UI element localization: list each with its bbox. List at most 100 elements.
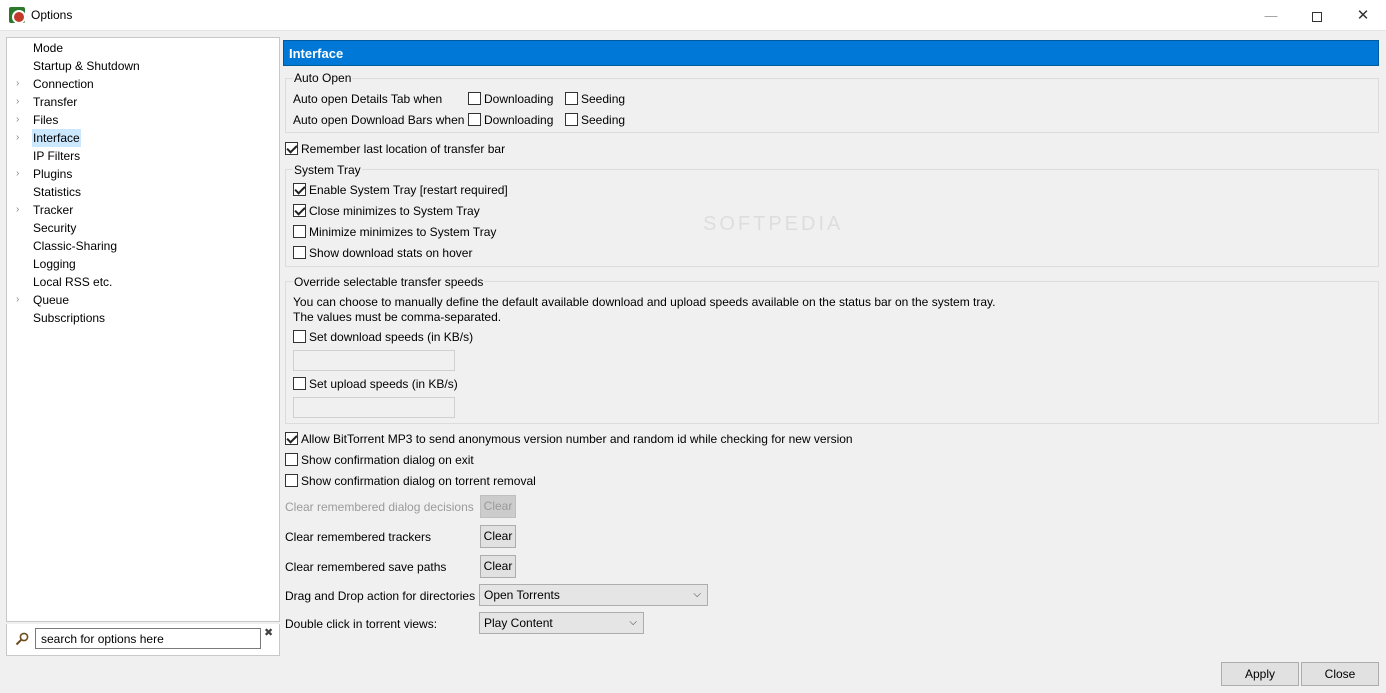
sidebar-item-label: Files xyxy=(33,113,59,127)
sidebar-item-plugins[interactable]: › Plugins xyxy=(7,165,279,183)
stats-hover-label: Show download stats on hover xyxy=(309,246,473,260)
close-minimizes-label: Close minimizes to System Tray xyxy=(309,204,480,218)
bars-seeding-label: Seeding xyxy=(581,113,626,127)
sidebar-item-classic-sharing[interactable]: Classic-Sharing xyxy=(7,237,279,255)
details-seeding-label: Seeding xyxy=(581,92,626,106)
expand-arrow-icon[interactable]: › xyxy=(16,129,26,147)
interface-panel: Interface Auto Open Auto open Details Ta… xyxy=(283,37,1381,659)
download-speeds-label: Set download speeds (in KB/s) xyxy=(309,330,474,344)
dnd-label: Drag and Drop action for directories xyxy=(285,589,476,603)
allow-mp3-label: Allow BitTorrent MP3 to send anonymous v… xyxy=(301,432,853,446)
sidebar-item-label: Local RSS etc. xyxy=(33,275,113,289)
expand-arrow-icon[interactable]: › xyxy=(16,75,26,93)
clear-trackers-label: Clear remembered trackers xyxy=(285,530,432,544)
sidebar-item-logging[interactable]: Logging xyxy=(7,255,279,273)
sidebar-item-label: Subscriptions xyxy=(33,311,106,325)
stats-hover-checkbox[interactable] xyxy=(293,246,306,259)
sidebar-item-label: Startup & Shutdown xyxy=(33,59,140,73)
sidebar-item-label: Mode xyxy=(33,41,64,55)
dblclick-select[interactable]: Play Content ⌵ xyxy=(479,612,644,634)
sidebar-item-label: Queue xyxy=(33,293,70,307)
sidebar-item-startup[interactable]: Startup & Shutdown xyxy=(7,57,279,75)
clear-paths-button[interactable]: Clear xyxy=(480,555,516,578)
sidebar-item-label: Classic-Sharing xyxy=(33,239,118,253)
expand-arrow-icon[interactable]: › xyxy=(16,165,26,183)
expand-arrow-icon[interactable]: › xyxy=(16,201,26,219)
sidebar-item-transfer[interactable]: › Transfer xyxy=(7,93,279,111)
download-speeds-checkbox[interactable] xyxy=(293,330,306,343)
search-input[interactable] xyxy=(35,628,261,649)
sidebar-item-files[interactable]: › Files xyxy=(7,111,279,129)
close-minimizes-checkbox[interactable] xyxy=(293,204,306,217)
chevron-down-icon: ⌵ xyxy=(693,589,701,600)
sidebar-item-label: Connection xyxy=(33,77,94,91)
maximize-button[interactable] xyxy=(1294,0,1340,31)
remember-location-checkbox[interactable] xyxy=(285,142,298,155)
enable-tray-checkbox[interactable] xyxy=(293,183,306,196)
panel-title: Interface xyxy=(289,46,344,61)
sidebar-item-subscriptions[interactable]: Subscriptions xyxy=(7,309,279,327)
confirm-exit-checkbox[interactable] xyxy=(285,453,298,466)
confirm-removal-label: Show confirmation dialog on torrent remo… xyxy=(301,474,536,488)
sidebar-item-ip-filters[interactable]: IP Filters xyxy=(7,147,279,165)
window-title: Options xyxy=(31,8,73,22)
confirm-exit-label: Show confirmation dialog on exit xyxy=(301,453,474,467)
sidebar-item-tracker[interactable]: › Tracker xyxy=(7,201,279,219)
auto-open-bars-label: Auto open Download Bars when xyxy=(293,113,465,127)
apply-button[interactable]: Apply xyxy=(1221,662,1299,686)
sidebar-item-label: Interface xyxy=(32,129,81,147)
speeds-description: You can choose to manually define the de… xyxy=(293,295,996,309)
clear-paths-label: Clear remembered save paths xyxy=(285,560,447,574)
options-tree: Mode Startup & Shutdown › Connection › Tra… xyxy=(6,37,280,622)
clear-dialog-button[interactable]: Clear xyxy=(480,495,516,518)
panel-header: Interface xyxy=(283,40,1379,66)
sidebar-item-connection[interactable]: › Connection xyxy=(7,75,279,93)
confirm-removal-checkbox[interactable] xyxy=(285,474,298,487)
clear-search-icon[interactable]: ✖ xyxy=(264,626,273,639)
allow-mp3-checkbox[interactable] xyxy=(285,432,298,445)
search-icon xyxy=(15,632,29,646)
system-tray-title: System Tray xyxy=(293,163,362,177)
auto-open-details-label: Auto open Details Tab when xyxy=(293,92,443,106)
expand-arrow-icon[interactable]: › xyxy=(16,111,26,129)
sidebar-item-statistics[interactable]: Statistics xyxy=(7,183,279,201)
upload-speeds-label: Set upload speeds (in KB/s) xyxy=(309,377,458,391)
sidebar-item-queue[interactable]: › Queue xyxy=(7,291,279,309)
sidebar-item-label: Statistics xyxy=(33,185,82,199)
sidebar-item-mode[interactable]: Mode xyxy=(7,39,279,57)
minimize-button[interactable]: — xyxy=(1248,0,1294,31)
sidebar-item-interface[interactable]: › Interface xyxy=(7,129,279,147)
expand-arrow-icon[interactable]: › xyxy=(16,93,26,111)
chevron-down-icon: ⌵ xyxy=(629,617,637,628)
close-button[interactable]: Close xyxy=(1301,662,1379,686)
minimize-minimizes-label: Minimize minimizes to System Tray xyxy=(309,225,497,239)
search-bar: ✖ xyxy=(6,624,280,656)
close-window-button[interactable]: ✕ xyxy=(1340,0,1386,31)
details-seeding-checkbox[interactable] xyxy=(565,92,578,105)
auto-open-title: Auto Open xyxy=(293,71,353,85)
sidebar-item-label: Tracker xyxy=(33,203,74,217)
enable-tray-label: Enable System Tray [restart required] xyxy=(309,183,508,197)
clear-trackers-button[interactable]: Clear xyxy=(480,525,516,548)
download-speeds-field[interactable] xyxy=(293,350,455,371)
sidebar-item-local-rss[interactable]: Local RSS etc. xyxy=(7,273,279,291)
speeds-title: Override selectable transfer speeds xyxy=(293,275,485,289)
minimize-minimizes-checkbox[interactable] xyxy=(293,225,306,238)
dnd-select[interactable]: Open Torrents ⌵ xyxy=(479,584,708,606)
sidebar-item-label: Transfer xyxy=(33,95,78,109)
upload-speeds-checkbox[interactable] xyxy=(293,377,306,390)
watermark: SOFTPEDIA xyxy=(703,213,844,235)
speeds-description-2: The values must be comma-separated. xyxy=(293,310,502,324)
sidebar-item-label: Security xyxy=(33,221,77,235)
upload-speeds-field[interactable] xyxy=(293,397,455,418)
sidebar-item-security[interactable]: Security xyxy=(7,219,279,237)
clear-dialog-label: Clear remembered dialog decisions xyxy=(285,500,474,514)
details-downloading-checkbox[interactable] xyxy=(468,92,481,105)
remember-location-label: Remember last location of transfer bar xyxy=(301,142,506,156)
app-icon xyxy=(9,7,26,24)
bars-seeding-checkbox[interactable] xyxy=(565,113,578,126)
expand-arrow-icon[interactable]: › xyxy=(16,291,26,309)
bars-downloading-checkbox[interactable] xyxy=(468,113,481,126)
sidebar-item-label: Logging xyxy=(33,257,76,271)
details-downloading-label: Downloading xyxy=(484,92,554,106)
